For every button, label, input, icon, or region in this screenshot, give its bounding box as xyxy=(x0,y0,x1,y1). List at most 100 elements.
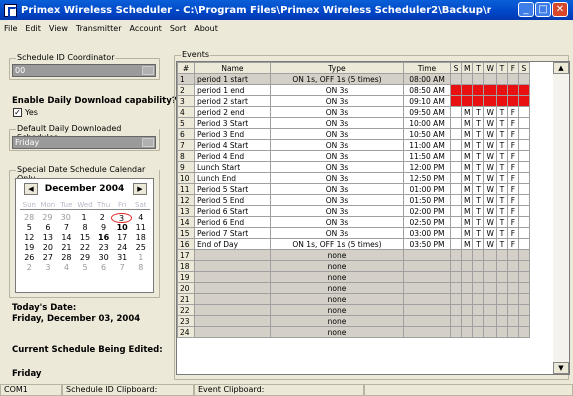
event-day[interactable]: T xyxy=(495,106,508,118)
event-time[interactable]: 08:00 AM xyxy=(403,73,451,85)
event-row[interactable]: 1 period 1 start ON 1s, OFF 1s (5 times) 08… xyxy=(177,73,530,85)
calendar[interactable]: December 2004 ◀ ▶ Sun Mon Tue Wed Thu Fri Sat … xyxy=(15,178,154,293)
event-day[interactable]: T xyxy=(495,128,508,140)
row-number[interactable]: 4 xyxy=(177,106,195,118)
calendar-day[interactable]: 18 xyxy=(131,233,150,243)
event-row[interactable]: 5 Period 3 Start ON 3s 10:00 AM M T W T F xyxy=(177,117,530,129)
row-number[interactable]: 13 xyxy=(177,205,195,217)
event-day[interactable]: W xyxy=(483,216,497,228)
event-day[interactable] xyxy=(450,139,462,151)
event-day[interactable]: T xyxy=(495,117,508,129)
row-number[interactable]: 8 xyxy=(177,150,195,162)
event-day[interactable] xyxy=(483,282,497,294)
calendar-day[interactable]: 31 xyxy=(113,253,132,263)
event-day[interactable]: F xyxy=(506,227,519,239)
event-day[interactable] xyxy=(495,249,508,261)
event-day[interactable]: M xyxy=(460,139,474,151)
event-type[interactable]: ON 3s xyxy=(270,205,404,217)
event-day[interactable] xyxy=(450,194,462,206)
row-number[interactable]: 2 xyxy=(177,84,195,96)
event-day[interactable] xyxy=(472,293,485,305)
event-day[interactable] xyxy=(506,271,519,283)
calendar-day[interactable]: 12 xyxy=(20,233,39,243)
event-day[interactable]: T xyxy=(472,128,485,140)
event-day[interactable]: W xyxy=(483,139,497,151)
event-day[interactable]: F xyxy=(506,161,519,173)
event-day[interactable]: F xyxy=(506,128,519,140)
event-day[interactable] xyxy=(450,205,462,217)
calendar-day[interactable]: 2 xyxy=(93,213,111,223)
event-day[interactable]: W xyxy=(483,183,497,195)
event-row[interactable]: 7 Period 4 Start ON 3s 11:00 AM M T W T F xyxy=(177,139,530,151)
event-day[interactable] xyxy=(450,73,462,85)
event-time[interactable]: 02:50 PM xyxy=(403,216,451,228)
event-day[interactable] xyxy=(506,282,519,294)
event-time[interactable]: 01:00 PM xyxy=(403,183,451,195)
calendar-day[interactable]: 30 xyxy=(94,253,113,263)
event-day[interactable]: M xyxy=(460,205,474,217)
event-day[interactable]: F xyxy=(506,238,519,250)
event-type[interactable]: ON 1s, OFF 1s (5 times) xyxy=(270,73,404,85)
event-day[interactable] xyxy=(483,271,497,283)
event-day[interactable]: T xyxy=(472,194,485,206)
event-day[interactable] xyxy=(483,326,497,338)
event-day[interactable] xyxy=(483,293,497,305)
event-day[interactable] xyxy=(517,95,530,107)
row-number[interactable]: 14 xyxy=(177,216,195,228)
event-day[interactable] xyxy=(495,315,508,327)
event-day[interactable] xyxy=(472,282,485,294)
maximize-button[interactable]: □ xyxy=(535,2,551,17)
event-day[interactable] xyxy=(517,326,530,338)
event-time[interactable]: 01:50 PM xyxy=(403,194,451,206)
event-day[interactable]: M xyxy=(460,150,474,162)
event-row[interactable]: 16 End of Day ON 1s, OFF 1s (5 times) 03:50… xyxy=(177,238,530,250)
menu-edit[interactable]: Edit xyxy=(21,24,45,33)
event-day[interactable]: M xyxy=(460,183,474,195)
events-grid[interactable]: # Name Type Time S M T W T F S 1 period 1 start ON 1… xyxy=(176,61,570,375)
event-day[interactable]: W xyxy=(483,150,497,162)
row-number[interactable]: 11 xyxy=(177,183,195,195)
calendar-day[interactable]: 6 xyxy=(39,223,58,233)
menu-sort[interactable]: Sort xyxy=(166,24,190,33)
column-header[interactable]: S xyxy=(450,62,462,74)
event-day[interactable] xyxy=(472,249,485,261)
event-row[interactable]: 24 none xyxy=(177,326,530,338)
event-name[interactable]: Lunch Start xyxy=(194,161,271,173)
event-day[interactable]: F xyxy=(506,194,519,206)
event-day[interactable] xyxy=(517,194,530,206)
event-type[interactable]: ON 3s xyxy=(270,128,404,140)
event-day[interactable] xyxy=(517,205,530,217)
event-day[interactable] xyxy=(483,249,497,261)
event-row[interactable]: 17 none xyxy=(177,249,530,261)
column-header[interactable]: Name xyxy=(194,62,271,74)
column-header[interactable]: T xyxy=(472,62,485,74)
event-day[interactable]: F xyxy=(506,183,519,195)
event-day[interactable] xyxy=(450,293,462,305)
event-day[interactable] xyxy=(517,150,530,162)
event-day[interactable] xyxy=(450,249,462,261)
event-type[interactable]: none xyxy=(270,271,404,283)
event-day[interactable] xyxy=(450,216,462,228)
event-day[interactable]: T xyxy=(472,150,485,162)
event-row[interactable]: 21 none xyxy=(177,293,530,305)
calendar-day[interactable]: 13 xyxy=(39,233,58,243)
event-day[interactable]: M xyxy=(460,161,474,173)
calendar-day[interactable]: 4 xyxy=(132,213,150,223)
event-day[interactable] xyxy=(472,315,485,327)
event-time[interactable] xyxy=(403,271,451,283)
event-name[interactable]: Period 7 Start xyxy=(194,227,271,239)
event-type[interactable]: none xyxy=(270,315,404,327)
event-day[interactable] xyxy=(472,304,485,316)
event-day[interactable] xyxy=(495,95,508,107)
event-day[interactable]: F xyxy=(506,150,519,162)
calendar-day[interactable]: 14 xyxy=(57,233,76,243)
event-row[interactable]: 8 Period 4 End ON 3s 11:50 AM M T W T F xyxy=(177,150,530,162)
event-day[interactable] xyxy=(472,271,485,283)
event-day[interactable]: T xyxy=(472,238,485,250)
event-time[interactable]: 03:00 PM xyxy=(403,227,451,239)
column-header[interactable]: T xyxy=(495,62,508,74)
calendar-day[interactable]: 8 xyxy=(131,263,150,273)
event-day[interactable] xyxy=(517,84,530,96)
event-day[interactable] xyxy=(517,271,530,283)
event-day[interactable] xyxy=(506,326,519,338)
